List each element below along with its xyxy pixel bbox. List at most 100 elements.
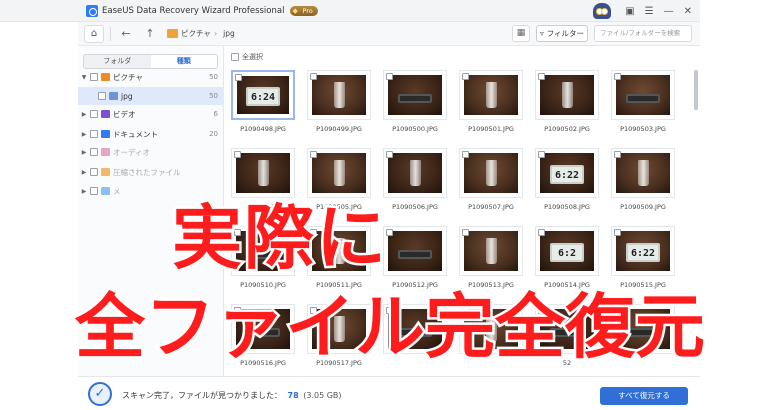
- sidebar-item-1[interactable]: jpg 50: [78, 87, 224, 105]
- file-name: P1090498.JPG: [240, 125, 286, 133]
- thumbnail[interactable]: 6:22: [535, 148, 599, 198]
- sidebar-item-count: 50: [209, 73, 218, 81]
- clock-shape: 6:24: [246, 87, 280, 106]
- breadcrumb-item-pictures[interactable]: ピクチャ: [181, 28, 211, 39]
- sidebar-item-count: 20: [209, 130, 218, 138]
- app-logo-icon: [86, 4, 98, 17]
- sidebar-item-3[interactable]: ▶ ドキュメント 20: [78, 125, 224, 143]
- thumbnail[interactable]: [459, 70, 523, 120]
- thumbnail-checkbox[interactable]: [310, 151, 317, 158]
- file-name: P1090501.JPG: [468, 125, 514, 133]
- thumbnail[interactable]: 6:24: [231, 70, 295, 120]
- glass-shape: [485, 82, 498, 108]
- sidebar-item-checkbox[interactable]: [90, 168, 98, 176]
- sidebar-item-checkbox[interactable]: [98, 92, 106, 100]
- file-name: P1090503.JPG: [620, 125, 666, 133]
- file-type-icon: [101, 187, 110, 195]
- folder-icon: [167, 29, 178, 38]
- grid-icon: ▦: [516, 28, 526, 38]
- select-all-checkbox[interactable]: [231, 53, 239, 61]
- glass-shape: [333, 82, 346, 108]
- photo-preview: [540, 75, 594, 115]
- sidebar-item-label: 圧縮されたファイル: [113, 167, 181, 177]
- thumbnail-checkbox[interactable]: [462, 151, 469, 158]
- select-all[interactable]: 全選択: [231, 52, 263, 62]
- file-type-icon: [109, 92, 118, 100]
- thumbnail-checkbox[interactable]: [235, 74, 242, 81]
- thumbnail-checkbox[interactable]: [614, 73, 621, 80]
- sidebar-item-label: オーディオ: [113, 147, 150, 157]
- file-type-icon: [101, 148, 110, 156]
- clock-shape: [625, 94, 661, 103]
- overlay-caption-line2: 全ファイル完全復元: [73, 284, 708, 371]
- tab-folder[interactable]: フォルダ: [84, 55, 151, 68]
- minimize-icon[interactable]: —: [664, 6, 674, 17]
- caret-right-icon[interactable]: ▶: [78, 149, 90, 156]
- window-controls: ▣ ☰ — ✕: [593, 3, 692, 19]
- filter-button[interactable]: ▿ フィルター: [536, 25, 588, 42]
- thumbnail[interactable]: [383, 148, 447, 198]
- toolbar-divider: [110, 26, 111, 41]
- sidebar-item-2[interactable]: ▶ ビデオ 6: [78, 105, 224, 123]
- sidebar-item-checkbox[interactable]: [90, 187, 98, 195]
- scrollbar[interactable]: [694, 70, 698, 110]
- status-bar: ✓ スキャン完了，ファイルが見つかりました： 78 (3.05 GB) すべて復…: [78, 376, 700, 410]
- search-input[interactable]: ファイル/フォルダーを検索: [594, 25, 692, 42]
- glass-shape: [409, 160, 422, 186]
- tab-type[interactable]: 種類: [150, 55, 217, 68]
- thumbnail[interactable]: [307, 148, 371, 198]
- sidebar-item-5[interactable]: ▶ 圧縮されたファイル: [78, 163, 224, 181]
- sidebar-item-checkbox[interactable]: [90, 148, 98, 156]
- funnel-icon: ▿: [539, 29, 544, 38]
- app-title: EaseUS Data Recovery Wizard Professional: [102, 5, 285, 16]
- grid-view-button[interactable]: ▦: [512, 25, 530, 42]
- sidebar-item-label: ドキュメント: [113, 129, 158, 139]
- thumbnail[interactable]: [231, 148, 295, 198]
- glass-shape: [257, 160, 270, 186]
- breadcrumb-item-jpg[interactable]: jpg: [223, 29, 235, 38]
- thumbnail[interactable]: [535, 70, 599, 120]
- photo-preview: 6:22: [540, 153, 594, 193]
- photo-preview: [388, 153, 442, 193]
- caret-down-icon[interactable]: ▼: [78, 74, 90, 81]
- thumbnail[interactable]: [611, 148, 675, 198]
- thumbnail[interactable]: [611, 70, 675, 120]
- caret-right-icon[interactable]: ▶: [78, 169, 90, 176]
- sidebar-item-label: ピクチャ: [113, 72, 143, 82]
- thumbnail-checkbox[interactable]: [538, 151, 545, 158]
- thumbnail-checkbox[interactable]: [386, 151, 393, 158]
- thumbnail-checkbox[interactable]: [234, 151, 241, 158]
- photo-preview: [616, 153, 670, 193]
- thumbnail-checkbox[interactable]: [538, 73, 545, 80]
- thumbnail[interactable]: [383, 70, 447, 120]
- menu-icon[interactable]: ☰: [645, 6, 654, 17]
- thumbnail[interactable]: [459, 148, 523, 198]
- sidebar-item-checkbox[interactable]: [90, 130, 98, 138]
- sidebar-item-checkbox[interactable]: [90, 73, 98, 81]
- thumbnail-checkbox[interactable]: [462, 73, 469, 80]
- up-arrow-icon[interactable]: ↑: [141, 27, 159, 40]
- photo-preview: [464, 153, 518, 193]
- file-name: P1090499.JPG: [316, 125, 362, 133]
- caret-right-icon[interactable]: ▶: [78, 111, 90, 118]
- check-icon: ✓: [88, 382, 112, 406]
- thumbnail-checkbox[interactable]: [386, 73, 393, 80]
- sidebar-item-0[interactable]: ▼ ピクチャ 50: [78, 68, 224, 86]
- toolbar: ⌂ ← ↑ ピクチャ › jpg ▦ ▿ フィルター ファイル/フォルダーを検索: [78, 22, 700, 46]
- sidebar-item-checkbox[interactable]: [90, 110, 98, 118]
- back-arrow-icon[interactable]: ←: [117, 27, 135, 40]
- caret-right-icon[interactable]: ▶: [78, 188, 90, 195]
- thumbnail-checkbox[interactable]: [614, 151, 621, 158]
- thumbnail[interactable]: [307, 70, 371, 120]
- close-icon[interactable]: ✕: [684, 6, 692, 17]
- home-icon: ⌂: [90, 27, 98, 39]
- thumbnail-checkbox[interactable]: [310, 73, 317, 80]
- save-icon[interactable]: ▣: [625, 6, 634, 17]
- caret-right-icon[interactable]: ▶: [78, 131, 90, 138]
- home-button[interactable]: ⌂: [84, 24, 104, 43]
- owl-mascot-icon[interactable]: [593, 3, 612, 19]
- filter-label: フィルター: [546, 29, 585, 38]
- sidebar-item-4[interactable]: ▶ オーディオ: [78, 143, 224, 161]
- file-type-icon: [101, 73, 110, 81]
- recover-all-button[interactable]: すべて復元する: [600, 387, 688, 405]
